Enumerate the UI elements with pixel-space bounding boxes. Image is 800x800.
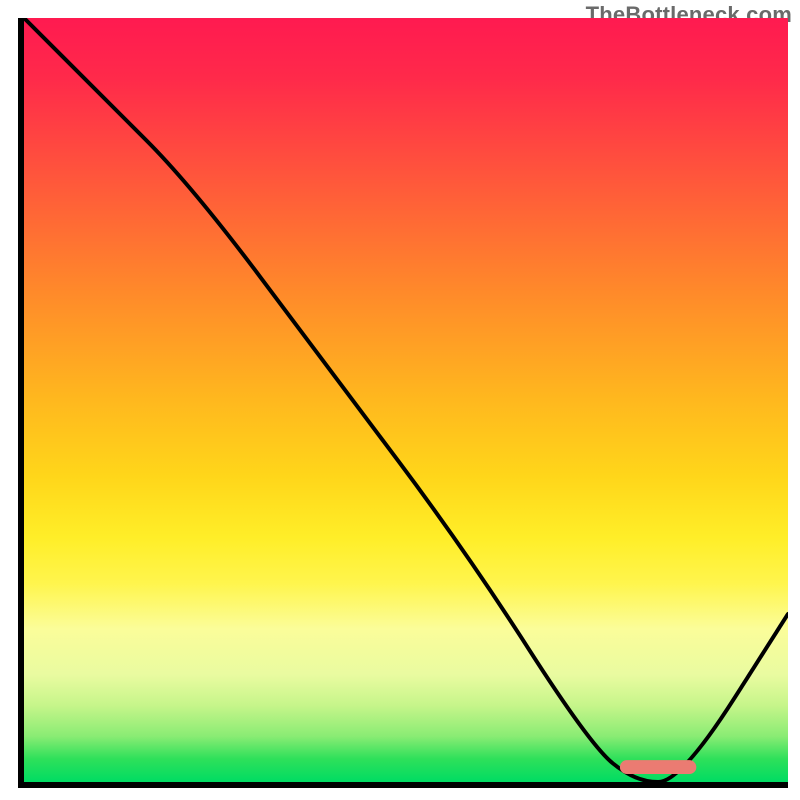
curve-line — [24, 18, 788, 782]
chart-container: TheBottleneck.com — [0, 0, 800, 800]
optimal-range-marker — [620, 760, 696, 774]
bottleneck-curve — [24, 18, 788, 782]
plot-area — [18, 18, 788, 788]
